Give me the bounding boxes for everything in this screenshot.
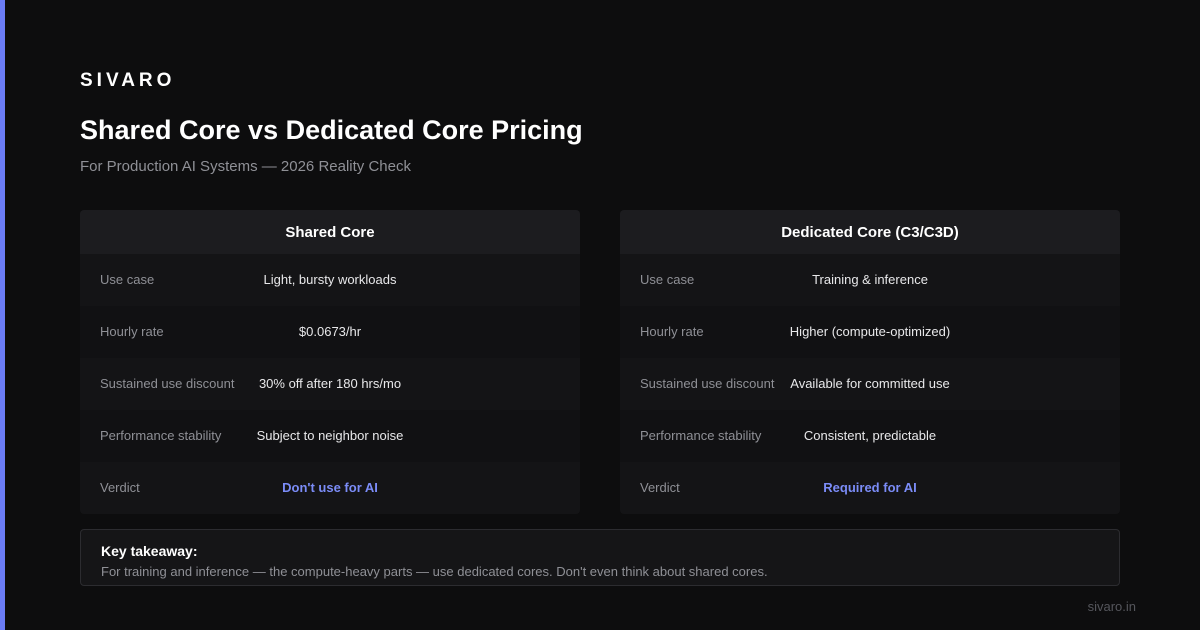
dedicated-core-card: Dedicated Core (C3/C3D) Use case Trainin… xyxy=(620,210,1120,514)
footer-url: sivaro.in xyxy=(1087,599,1136,614)
table-row: Sustained use discount 30% off after 180… xyxy=(80,358,580,410)
row-label: Verdict xyxy=(640,480,680,495)
row-label: Hourly rate xyxy=(100,324,164,339)
accent-bar xyxy=(0,0,5,630)
row-label: Sustained use discount xyxy=(100,376,235,391)
row-label: Use case xyxy=(640,272,695,287)
verdict-value: Required for AI xyxy=(823,480,917,495)
row-value: Consistent, predictable xyxy=(803,428,937,443)
table-row: Sustained use discount Available for com… xyxy=(620,358,1120,410)
row-label: Sustained use discount xyxy=(640,376,775,391)
page-subtitle: For Production AI Systems — 2026 Reality… xyxy=(80,158,411,175)
shared-core-card: Shared Core Use case Light, bursty workl… xyxy=(80,210,580,514)
row-label: Performance stability xyxy=(100,428,222,443)
table-row: Performance stability Subject to neighbo… xyxy=(80,410,580,462)
row-value: Subject to neighbor noise xyxy=(256,428,404,443)
row-value: 30% off after 180 hrs/mo xyxy=(258,376,402,391)
row-label: Verdict xyxy=(100,480,140,495)
takeaway-title: Key takeaway: xyxy=(101,543,198,559)
table-row: Verdict Required for AI xyxy=(620,462,1120,514)
row-value: Higher (compute-optimized) xyxy=(789,324,951,339)
row-label: Hourly rate xyxy=(640,324,704,339)
brand-logo: SIVARO xyxy=(80,70,176,91)
table-row: Use case Training & inference xyxy=(620,254,1120,306)
card-header: Shared Core xyxy=(80,210,580,254)
row-label: Use case xyxy=(100,272,155,287)
verdict-value: Don't use for AI xyxy=(282,480,378,495)
page-title: Shared Core vs Dedicated Core Pricing xyxy=(80,115,583,145)
table-row: Hourly rate Higher (compute-optimized) xyxy=(620,306,1120,358)
table-row: Use case Light, bursty workloads xyxy=(80,254,580,306)
table-row: Performance stability Consistent, predic… xyxy=(620,410,1120,462)
table-row: Verdict Don't use for AI xyxy=(80,462,580,514)
row-label: Performance stability xyxy=(640,428,762,443)
row-value: Available for committed use xyxy=(790,376,950,391)
row-value: Light, bursty workloads xyxy=(263,272,397,287)
row-value: $0.0673/hr xyxy=(298,324,362,339)
takeaway-text: For training and inference — the compute… xyxy=(101,564,768,579)
row-value: Training & inference xyxy=(812,272,928,287)
key-takeaway-box: Key takeaway: For training and inference… xyxy=(80,529,1120,586)
card-header: Dedicated Core (C3/C3D) xyxy=(620,210,1120,254)
table-row: Hourly rate $0.0673/hr xyxy=(80,306,580,358)
